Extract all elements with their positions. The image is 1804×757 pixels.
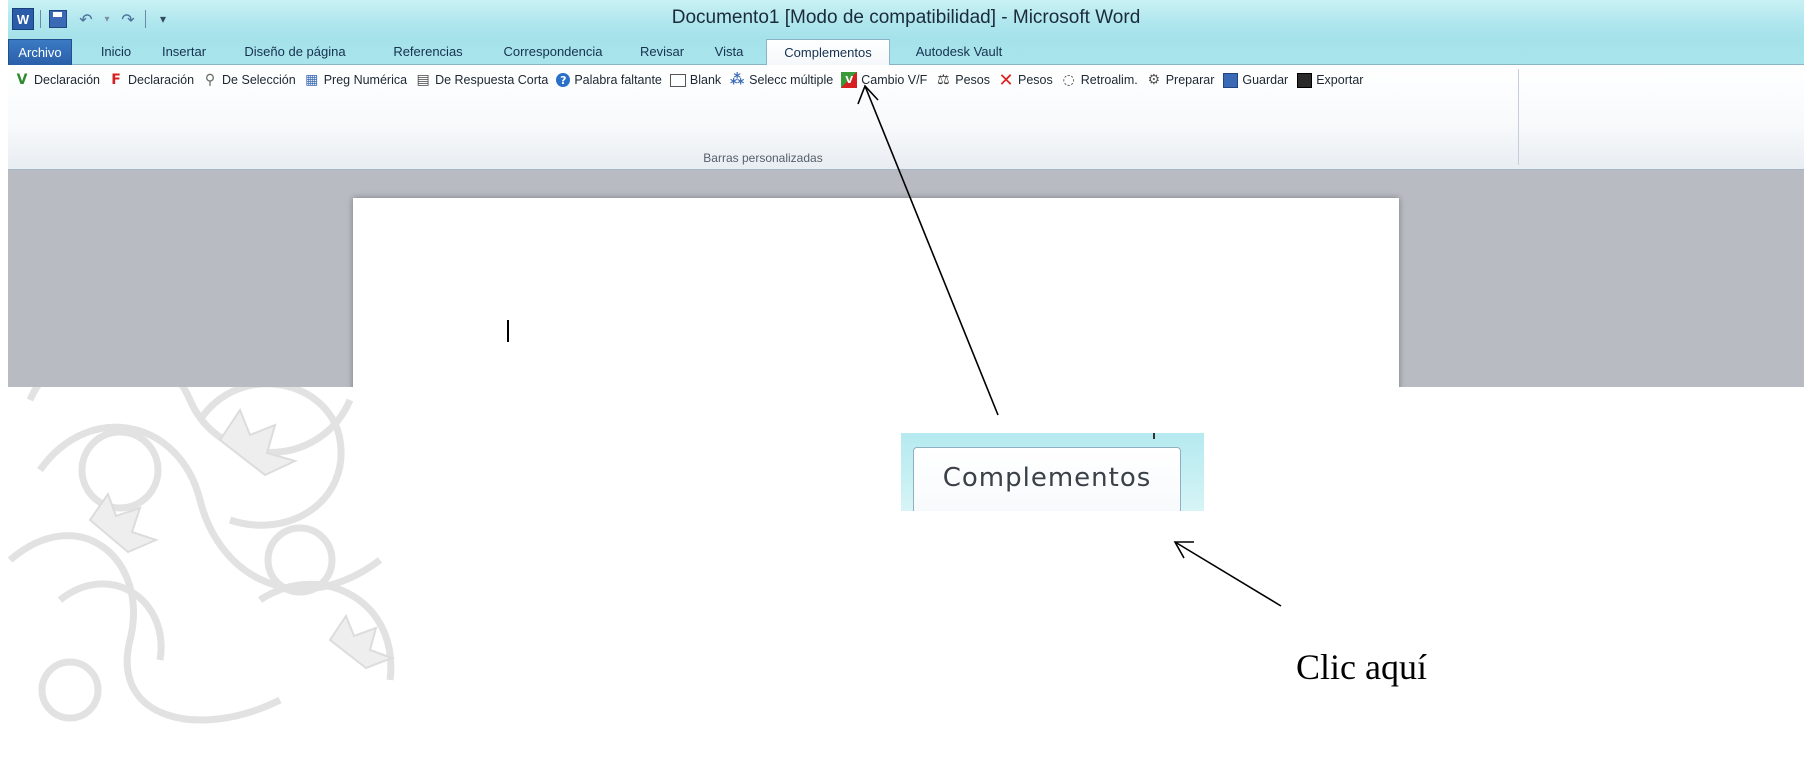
title-bar: W ↶ ▾ ↷ ▾ Documento1 [Modo de compatibil… — [8, 0, 1804, 38]
ribbon-tab-bar: Archivo Inicio Insertar Diseño de página… — [8, 38, 1804, 66]
tab-diseno-de-pagina[interactable]: Diseño de página — [226, 40, 364, 63]
ribbon-group-separator — [1518, 69, 1519, 165]
button-label: Blank — [689, 73, 722, 87]
tab-inicio[interactable]: Inicio — [90, 40, 142, 63]
arrow-to-inset-head — [1173, 541, 1194, 559]
button-label: Selecc múltiple — [749, 73, 834, 87]
zoomed-tab-inset: Complementos — [901, 433, 1204, 511]
export-disk-icon — [1296, 72, 1312, 88]
window-title: Documento1 [Modo de compatibilidad] - Mi… — [671, 7, 1141, 28]
pesos-remove-button[interactable]: ✕ Pesos — [998, 69, 1053, 91]
tab-insertar[interactable]: Insertar — [152, 40, 216, 63]
text-cursor — [507, 320, 509, 342]
blank-button[interactable]: Blank — [669, 70, 722, 90]
v-letter-icon: V — [16, 72, 28, 88]
tab-referencias[interactable]: Referencias — [380, 40, 476, 63]
vf-icon: V — [841, 72, 858, 88]
arrow-to-inset-line — [1174, 541, 1282, 607]
ribbon: V Declaración F Declaración ⚲ De Selecci… — [8, 65, 1804, 170]
declaracion-f-button[interactable]: F Declaración — [108, 70, 194, 90]
ribbon-group-label: Barras personalizadas — [703, 151, 823, 165]
f-letter-icon: F — [111, 72, 121, 88]
button-label: Exportar — [1316, 73, 1364, 87]
pesos-button[interactable]: ⚖ Pesos — [935, 70, 990, 90]
button-label: Declaración — [34, 73, 101, 87]
button-label: Palabra faltante — [574, 73, 662, 87]
button-label: Guardar — [1242, 73, 1289, 87]
table-icon: ▤ — [416, 72, 430, 88]
preparar-button[interactable]: ⚙ Preparar — [1146, 70, 1215, 90]
tab-revisar[interactable]: Revisar — [632, 40, 692, 63]
guardar-button[interactable]: Guardar — [1222, 70, 1288, 90]
tab-vista[interactable]: Vista — [704, 40, 754, 63]
button-label: Retroalim. — [1080, 73, 1138, 87]
annotation-text: Clic aquí — [1296, 647, 1427, 687]
save-icon — [1222, 72, 1238, 88]
document-area — [8, 170, 1804, 387]
button-label: Declaración — [128, 73, 195, 87]
tab-autodesk-vault[interactable]: Autodesk Vault — [898, 40, 1020, 63]
document-page[interactable] — [353, 198, 1399, 387]
de-seleccion-button[interactable]: ⚲ De Selección — [202, 70, 296, 90]
declaracion-v-button[interactable]: V Declaración — [14, 70, 100, 90]
tab-complementos[interactable]: Complementos — [766, 39, 890, 66]
pin-icon: ⚲ — [204, 72, 216, 88]
calculator-icon: ▦ — [305, 72, 319, 88]
palabra-faltante-button[interactable]: ? Palabra faltante — [556, 70, 662, 90]
zoomed-complementos-tab[interactable]: Complementos — [913, 447, 1181, 511]
button-label: De Selección — [222, 73, 296, 87]
button-label: Preg Numérica — [323, 73, 408, 87]
tab-archivo[interactable]: Archivo — [8, 39, 72, 65]
de-respuesta-corta-button[interactable]: ▤ De Respuesta Corta — [415, 70, 548, 90]
button-label: De Respuesta Corta — [435, 73, 549, 87]
preg-numerica-button[interactable]: ▦ Preg Numérica — [304, 70, 407, 90]
button-label: Pesos — [955, 73, 990, 87]
tab-correspondencia[interactable]: Correspondencia — [486, 40, 620, 63]
retroalim-button[interactable]: ◌ Retroalim. — [1061, 70, 1138, 90]
scales-icon: ⚖ — [936, 72, 950, 88]
cambio-vf-button[interactable]: V Cambio V/F — [841, 70, 927, 90]
ribbon-button-row: V Declaración F Declaración ⚲ De Selecci… — [14, 69, 1371, 91]
exportar-button[interactable]: Exportar — [1296, 70, 1363, 90]
hierarchy-icon: ⁂ — [730, 72, 745, 88]
tick-mark — [1153, 433, 1155, 439]
blank-box-icon — [669, 72, 686, 88]
speech-bubble-icon: ◌ — [1062, 72, 1075, 88]
selecc-multiple-button[interactable]: ⁂ Selecc múltiple — [729, 70, 833, 90]
red-x-icon: ✕ — [998, 69, 1014, 91]
word-window: W ↶ ▾ ↷ ▾ Documento1 [Modo de compatibil… — [8, 0, 1804, 387]
button-label: Pesos — [1018, 73, 1053, 87]
button-label: Preparar — [1165, 73, 1215, 87]
gears-icon: ⚙ — [1147, 72, 1160, 88]
help-icon: ? — [556, 73, 571, 87]
button-label: Cambio V/F — [861, 73, 928, 87]
